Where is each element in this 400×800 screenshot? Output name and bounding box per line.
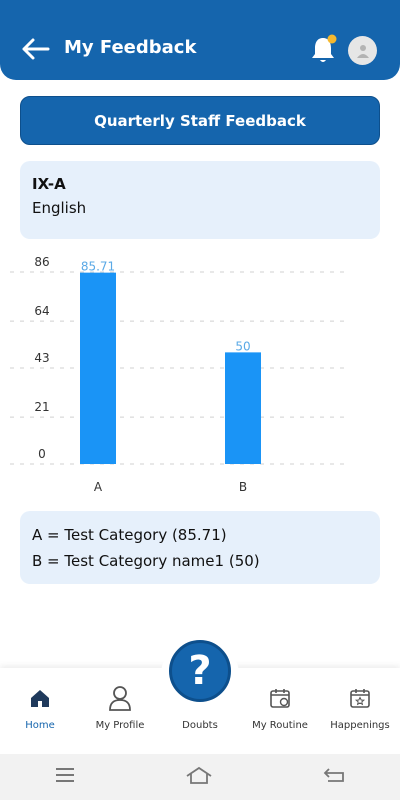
nav-label-home: Home	[25, 720, 55, 731]
y-tick-label: 21	[34, 400, 49, 414]
bar-value-label: 50	[235, 339, 250, 353]
question-icon: ?	[188, 648, 212, 694]
doubts-question-button[interactable]: ?	[169, 640, 231, 702]
class-name: IX-A	[32, 175, 66, 193]
y-tick-label: 64	[34, 304, 49, 318]
legend-item-b: B = Test Category name1 (50)	[32, 552, 260, 570]
subject-name: English	[32, 199, 87, 217]
bar-value-label: 85.71	[81, 260, 115, 274]
calendar-clock-icon	[240, 682, 320, 714]
x-tick-label: B	[239, 480, 247, 494]
app-header: My Feedback	[0, 0, 400, 80]
avatar[interactable]	[348, 36, 377, 65]
menu-icon[interactable]	[55, 767, 75, 787]
system-navigation-bar	[0, 754, 400, 800]
y-tick-label: 86	[34, 255, 49, 269]
bar-a[interactable]	[80, 272, 116, 464]
home-icon	[0, 682, 80, 714]
nav-item-home[interactable]: Home	[0, 682, 80, 731]
feedback-bar-chart: 0 21 43 64 86 85.71 A 50 B	[10, 255, 350, 494]
page-title: My Feedback	[64, 37, 197, 58]
notification-bell-icon[interactable]	[309, 34, 337, 64]
home-system-icon[interactable]	[185, 766, 213, 788]
nav-item-happenings[interactable]: Happenings	[320, 682, 400, 731]
profile-icon	[80, 682, 160, 714]
chart-legend-card: A = Test Category (85.71) B = Test Categ…	[20, 511, 380, 584]
y-tick-label: 43	[34, 351, 49, 365]
nav-label-doubts: Doubts	[182, 720, 218, 731]
feedback-type-banner[interactable]: Quarterly Staff Feedback	[20, 96, 380, 145]
back-system-icon[interactable]	[323, 767, 345, 787]
legend-item-a: A = Test Category (85.71)	[32, 526, 227, 544]
class-info-card: IX-A English	[20, 161, 380, 239]
nav-label-happenings: Happenings	[330, 720, 390, 731]
nav-item-my-routine[interactable]: My Routine	[240, 682, 320, 731]
nav-label-my-routine: My Routine	[252, 720, 308, 731]
x-tick-label: A	[94, 480, 103, 494]
bar-b[interactable]	[225, 352, 261, 464]
back-arrow-icon[interactable]	[20, 36, 50, 62]
nav-item-my-profile[interactable]: My Profile	[80, 682, 160, 731]
doubts-fab-container: ?	[161, 636, 239, 714]
calendar-star-icon	[320, 682, 400, 714]
nav-label-my-profile: My Profile	[95, 720, 145, 731]
y-tick-label: 0	[38, 447, 46, 461]
